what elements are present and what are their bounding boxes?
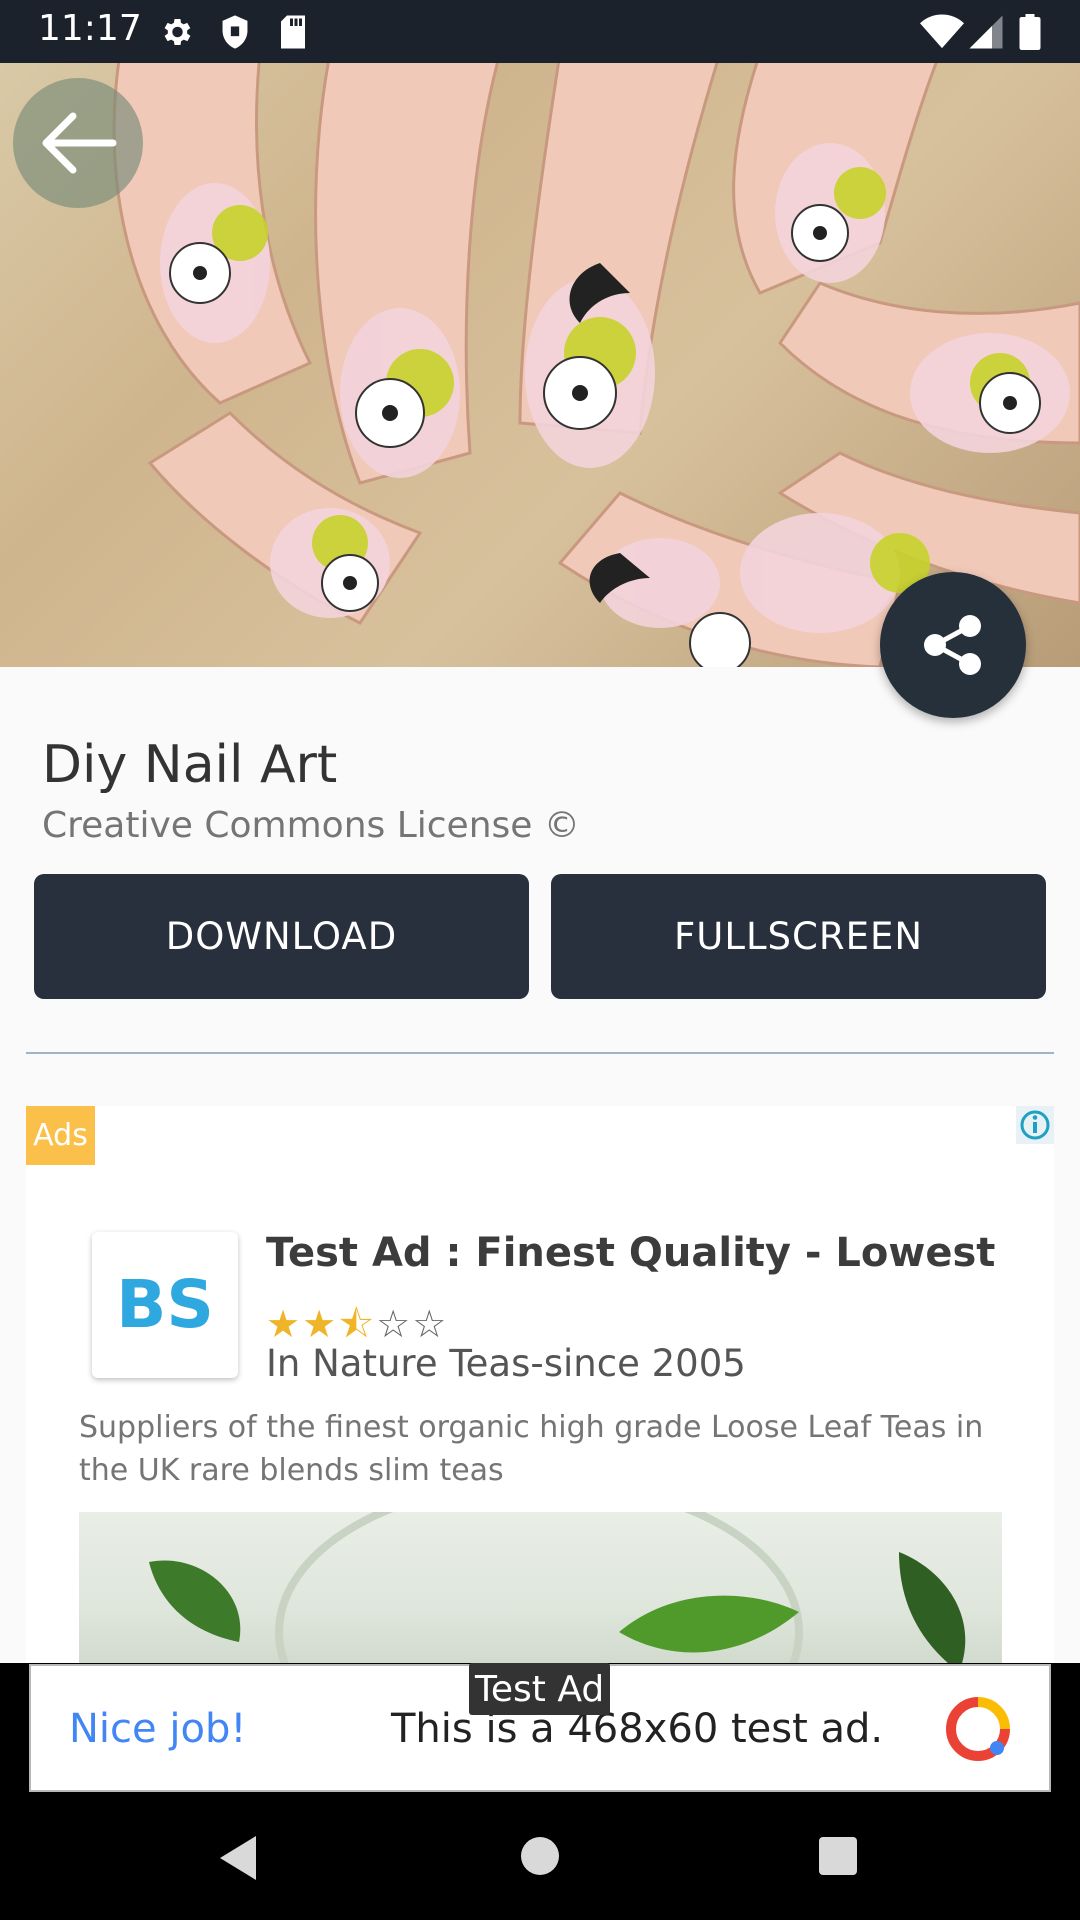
ad-choices-info-icon[interactable] xyxy=(1016,1106,1054,1144)
ad-advertiser: In Nature Teas-since 2005 xyxy=(266,1342,746,1385)
status-time: 11:17 xyxy=(38,8,142,49)
ads-badge: Ads xyxy=(26,1106,95,1165)
license-text: Creative Commons License © xyxy=(42,805,580,846)
wallpaper-title: Diy Nail Art xyxy=(42,735,338,795)
advertiser-logo[interactable]: BS xyxy=(92,1232,238,1378)
ad-body-text: Suppliers of the finest organic high gra… xyxy=(79,1410,984,1488)
shield-icon xyxy=(218,14,252,54)
status-bar: 11:17 xyxy=(0,0,1080,63)
arrow-left-icon xyxy=(42,112,117,174)
ad-network-logo-icon xyxy=(945,1696,1011,1766)
share-icon xyxy=(924,615,981,675)
test-ad-label: Test Ad xyxy=(469,1663,611,1715)
banner-main-text: This is a 468x60 test ad. xyxy=(391,1706,884,1752)
recents-square-icon[interactable] xyxy=(818,1836,858,1880)
wifi-icon xyxy=(920,14,964,54)
native-ad-card[interactable]: Ads BS Test Ad : Finest Quality - Lowest… xyxy=(26,1106,1054,1664)
back-triangle-icon[interactable] xyxy=(218,1834,258,1886)
share-button[interactable] xyxy=(880,572,1026,718)
sd-card-icon xyxy=(278,14,308,54)
home-circle-icon[interactable] xyxy=(520,1836,560,1880)
star-empty-icon: ☆ xyxy=(412,1302,449,1346)
star-half-icon: ⯪ xyxy=(338,1302,377,1346)
star-icon: ★ xyxy=(302,1302,339,1346)
battery-icon xyxy=(1018,14,1042,54)
banner-left-text: Nice job! xyxy=(69,1706,247,1752)
navigation-bar xyxy=(0,1798,1080,1920)
gear-icon xyxy=(158,14,194,54)
star-icon: ★ xyxy=(266,1302,303,1346)
divider xyxy=(26,1052,1054,1054)
back-button[interactable] xyxy=(13,78,143,208)
star-empty-icon: ☆ xyxy=(376,1302,413,1346)
fullscreen-button[interactable]: FULLSCREEN xyxy=(551,874,1046,999)
signal-icon xyxy=(968,14,1004,54)
download-button[interactable]: DOWNLOAD xyxy=(34,874,529,999)
logo-text: BS xyxy=(116,1266,214,1343)
ad-headline[interactable]: Test Ad : Finest Quality - Lowest Pri xyxy=(266,1230,1002,1276)
ad-media-image[interactable] xyxy=(79,1512,1002,1664)
